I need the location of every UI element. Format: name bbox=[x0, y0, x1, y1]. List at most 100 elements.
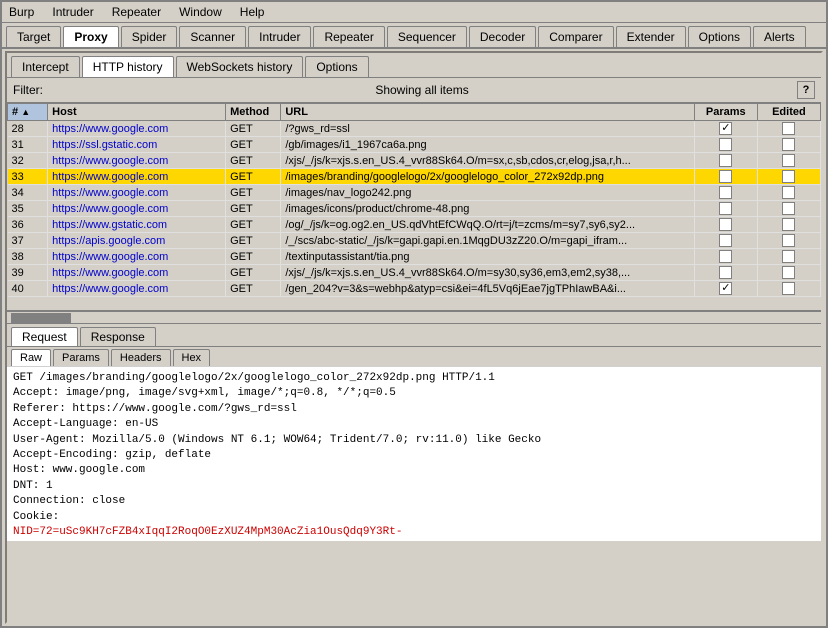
cell-edited bbox=[757, 153, 820, 169]
table-row[interactable]: 34https://www.google.comGET/images/nav_l… bbox=[8, 185, 821, 201]
tab-http-history[interactable]: HTTP history bbox=[82, 56, 174, 77]
cell-params bbox=[694, 249, 757, 265]
help-button[interactable]: ? bbox=[797, 81, 815, 99]
cell-num: 38 bbox=[8, 249, 48, 265]
cell-url: /images/nav_logo242.png bbox=[281, 185, 694, 201]
cell-edited bbox=[757, 121, 820, 137]
col-header-host[interactable]: Host bbox=[48, 104, 226, 121]
tab-sequencer[interactable]: Sequencer bbox=[387, 26, 467, 47]
menu-bar: Burp Intruder Repeater Window Help bbox=[2, 2, 826, 23]
cell-host: https://apis.google.com bbox=[48, 233, 226, 249]
table-row[interactable]: 36https://www.gstatic.comGET/og/_/js/k=o… bbox=[8, 217, 821, 233]
menu-intruder[interactable]: Intruder bbox=[49, 4, 96, 20]
tab-extender[interactable]: Extender bbox=[616, 26, 686, 47]
tab-websockets-history[interactable]: WebSockets history bbox=[176, 56, 304, 77]
top-tab-divider bbox=[2, 47, 826, 49]
sub-tab-raw[interactable]: Raw bbox=[11, 349, 51, 366]
cell-url: /images/branding/googlelogo/2x/googlelog… bbox=[281, 169, 694, 185]
tab-response[interactable]: Response bbox=[80, 327, 156, 346]
sub-tab-hex[interactable]: Hex bbox=[173, 349, 211, 366]
tab-options[interactable]: Options bbox=[688, 26, 751, 47]
request-line: Host: www.google.com bbox=[13, 463, 815, 478]
table-row[interactable]: 38https://www.google.comGET/textinputass… bbox=[8, 249, 821, 265]
cell-params bbox=[694, 169, 757, 185]
table-row[interactable]: 35https://www.google.comGET/images/icons… bbox=[8, 201, 821, 217]
cell-url: /og/_/js/k=og.og2.en_US.qdVhtEfCWqQ.O/rt… bbox=[281, 217, 694, 233]
cell-num: 40 bbox=[8, 281, 48, 297]
cell-host: https://www.google.com bbox=[48, 249, 226, 265]
cell-url: /xjs/_/js/k=xjs.s.en_US.4_vvr88Sk64.O/m=… bbox=[281, 265, 694, 281]
col-header-num[interactable]: # ▲ bbox=[8, 104, 48, 121]
table-row[interactable]: 33https://www.google.comGET/images/brand… bbox=[8, 169, 821, 185]
cell-edited bbox=[757, 185, 820, 201]
menu-help[interactable]: Help bbox=[237, 4, 268, 20]
col-header-method[interactable]: Method bbox=[226, 104, 281, 121]
cell-num: 33 bbox=[8, 169, 48, 185]
table-row[interactable]: 39https://www.google.comGET/xjs/_/js/k=x… bbox=[8, 265, 821, 281]
request-body: GET /images/branding/googlelogo/2x/googl… bbox=[7, 366, 821, 541]
col-header-edited[interactable]: Edited bbox=[757, 104, 820, 121]
cell-method: GET bbox=[226, 265, 281, 281]
table-row[interactable]: 31https://ssl.gstatic.comGET/gb/images/i… bbox=[8, 137, 821, 153]
request-line: DNT: 1 bbox=[13, 479, 815, 494]
cell-url: /xjs/_/js/k=xjs.s.en_US.4_vvr88Sk64.O/m=… bbox=[281, 153, 694, 169]
cell-edited bbox=[757, 265, 820, 281]
cell-num: 31 bbox=[8, 137, 48, 153]
tab-scanner[interactable]: Scanner bbox=[179, 26, 246, 47]
cell-method: GET bbox=[226, 153, 281, 169]
cell-edited bbox=[757, 137, 820, 153]
cell-host: https://ssl.gstatic.com bbox=[48, 137, 226, 153]
table-row[interactable]: 37https://apis.google.comGET/_/scs/abc-s… bbox=[8, 233, 821, 249]
table-row[interactable]: 40https://www.google.comGET/gen_204?v=3&… bbox=[8, 281, 821, 297]
tab-comparer[interactable]: Comparer bbox=[538, 26, 613, 47]
tab-options-proxy[interactable]: Options bbox=[305, 56, 368, 77]
cell-method: GET bbox=[226, 185, 281, 201]
tab-alerts[interactable]: Alerts bbox=[753, 26, 806, 47]
tab-request[interactable]: Request bbox=[11, 327, 78, 346]
cell-edited bbox=[757, 281, 820, 297]
cell-method: GET bbox=[226, 121, 281, 137]
sub-tab-headers[interactable]: Headers bbox=[111, 349, 171, 366]
history-table: # ▲ Host Method URL Params Edited 28http… bbox=[7, 103, 821, 297]
horizontal-scrollbar[interactable] bbox=[7, 311, 821, 323]
tab-intruder[interactable]: Intruder bbox=[248, 26, 311, 47]
tab-repeater[interactable]: Repeater bbox=[313, 26, 384, 47]
cell-method: GET bbox=[226, 137, 281, 153]
cell-params bbox=[694, 137, 757, 153]
cell-num: 32 bbox=[8, 153, 48, 169]
cell-edited bbox=[757, 217, 820, 233]
cell-params bbox=[694, 201, 757, 217]
col-header-params[interactable]: Params bbox=[694, 104, 757, 121]
table-row[interactable]: 32https://www.google.comGET/xjs/_/js/k=x… bbox=[8, 153, 821, 169]
sub-tab-params[interactable]: Params bbox=[53, 349, 109, 366]
cell-edited bbox=[757, 201, 820, 217]
menu-window[interactable]: Window bbox=[176, 4, 225, 20]
request-line: GET /images/branding/googlelogo/2x/googl… bbox=[13, 371, 815, 386]
cell-num: 34 bbox=[8, 185, 48, 201]
menu-repeater[interactable]: Repeater bbox=[109, 4, 164, 20]
tab-spider[interactable]: Spider bbox=[121, 26, 178, 47]
cell-params bbox=[694, 217, 757, 233]
history-table-container[interactable]: # ▲ Host Method URL Params Edited 28http… bbox=[7, 103, 821, 311]
cell-url: /textinputassistant/tia.png bbox=[281, 249, 694, 265]
cell-url: /gen_204?v=3&s=webhp&atyp=csi&ei=4fL5Vq6… bbox=[281, 281, 694, 297]
cell-url: /?gws_rd=ssl bbox=[281, 121, 694, 137]
cell-url: /_/scs/abc-static/_/js/k=gapi.gapi.en.1M… bbox=[281, 233, 694, 249]
second-tab-row: Intercept HTTP history WebSockets histor… bbox=[7, 53, 821, 77]
table-row[interactable]: 28https://www.google.comGET/?gws_rd=ssl bbox=[8, 121, 821, 137]
cell-method: GET bbox=[226, 249, 281, 265]
sub-tab-row: Raw Params Headers Hex bbox=[7, 347, 821, 366]
hscroll-thumb[interactable] bbox=[11, 313, 71, 323]
request-line: Accept-Language: en-US bbox=[13, 417, 815, 432]
cell-host: https://www.google.com bbox=[48, 265, 226, 281]
tab-intercept[interactable]: Intercept bbox=[11, 56, 80, 77]
tab-target[interactable]: Target bbox=[6, 26, 61, 47]
col-header-url[interactable]: URL bbox=[281, 104, 694, 121]
cell-host: https://www.google.com bbox=[48, 185, 226, 201]
cell-edited bbox=[757, 169, 820, 185]
filter-label: Filter: bbox=[13, 83, 43, 97]
main-window: Burp Intruder Repeater Window Help Targe… bbox=[0, 0, 828, 628]
tab-decoder[interactable]: Decoder bbox=[469, 26, 536, 47]
menu-burp[interactable]: Burp bbox=[6, 4, 37, 20]
tab-proxy[interactable]: Proxy bbox=[63, 26, 118, 47]
